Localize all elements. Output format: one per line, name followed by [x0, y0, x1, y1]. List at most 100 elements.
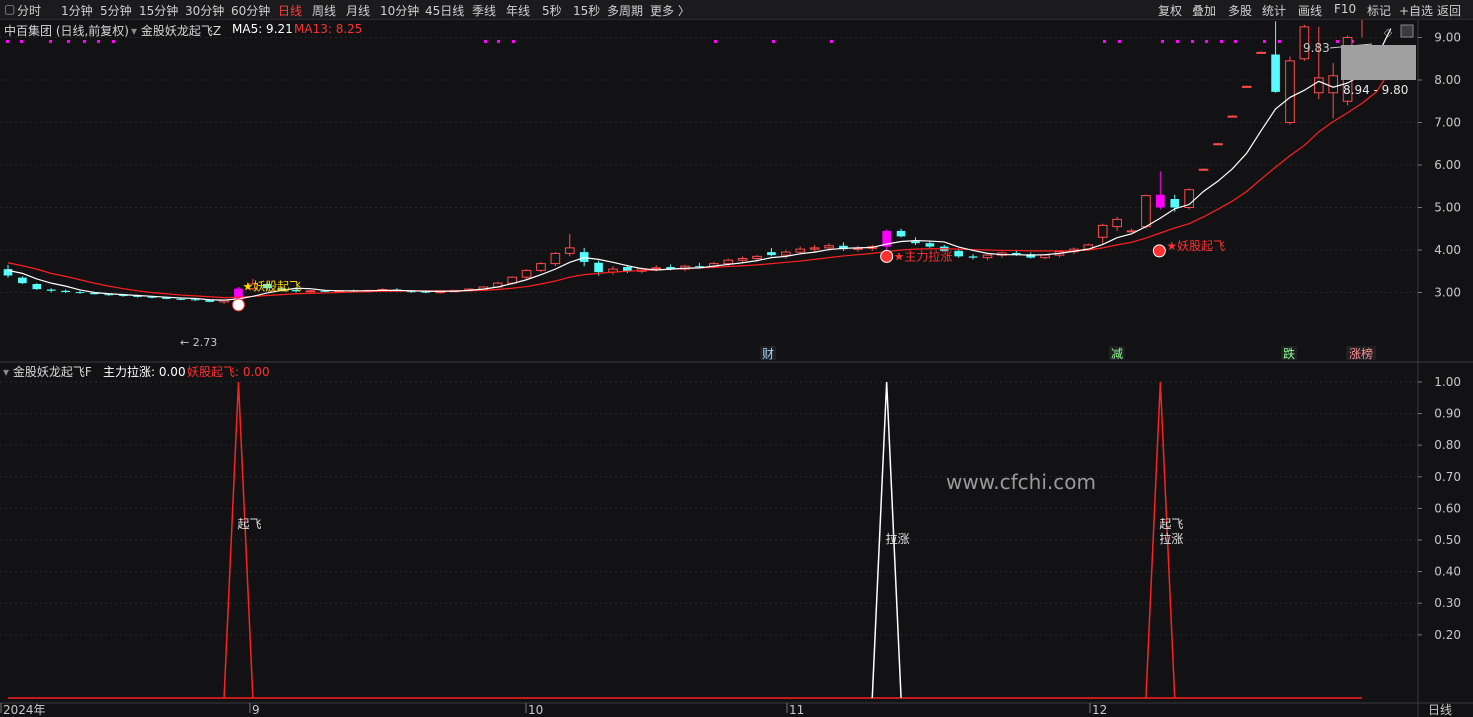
sub-indicator-legend[interactable]: ▾ 金股妖龙起飞F: [3, 363, 92, 380]
period-toolbar: ▢ 分时 1分钟 5分钟 15分钟 30分钟 60分钟 日线 周线 月线 10分钟 45日线 季线 年线…: [0, 0, 1473, 20]
price-tick-label: 8.00: [1434, 73, 1461, 87]
candle-body: [752, 255, 762, 259]
price-range-box: [1341, 45, 1416, 80]
takeoff-legend: 妖股起飞: 0.00: [187, 365, 270, 379]
candle-body: [1198, 168, 1209, 171]
candle-body: [564, 247, 575, 254]
toolbar-item[interactable]: 5秒: [542, 2, 562, 19]
sub-tick-label: 1.00: [1434, 375, 1461, 389]
signal-dot: [1176, 40, 1179, 43]
sub-pull-label: 拉涨: [886, 531, 910, 546]
sub-pull-label-2: 拉涨: [1159, 531, 1183, 546]
signal-dot: [772, 40, 775, 43]
sub-takeoff-label-2: 起飞: [1159, 517, 1183, 531]
toolbar-item[interactable]: F10: [1334, 2, 1356, 16]
signal-dot: [97, 40, 100, 43]
low-price-label: ← 2.73: [180, 336, 217, 349]
signal-dot: [49, 40, 52, 43]
toolbar-item[interactable]: 叠加: [1192, 2, 1216, 19]
event-tag: 财: [762, 347, 774, 361]
date-label: 11: [789, 703, 804, 717]
watermark: www.cfchi.com: [946, 470, 1096, 494]
toolbar-item[interactable]: 分时: [17, 2, 41, 19]
toolbar-item[interactable]: 15分钟: [139, 2, 178, 19]
candle-body: [1097, 224, 1108, 238]
toolbar-item[interactable]: 60分钟: [231, 2, 270, 19]
date-label: 9: [252, 703, 260, 717]
price-range-label: 8.94 - 9.80: [1343, 83, 1408, 97]
date-label: 10: [528, 703, 543, 717]
collapse-icon[interactable]: ▾: [3, 365, 13, 379]
price-tick-label: 5.00: [1434, 201, 1461, 215]
toolbar-item[interactable]: 统计: [1262, 2, 1286, 19]
toolbar-item[interactable]: 更多 〉: [650, 2, 690, 19]
signal-dot: [1103, 40, 1106, 43]
signal-dot: [83, 40, 86, 43]
candle-body: [3, 269, 13, 276]
sub-tick-label: 0.20: [1434, 628, 1461, 642]
candle-body: [809, 247, 820, 250]
collapse-icon[interactable]: ▾: [131, 24, 141, 38]
toolbar-item[interactable]: 45日线: [425, 2, 464, 19]
toolbar-item[interactable]: 周线: [312, 2, 336, 19]
candle-body: [723, 259, 734, 265]
toolbar-item[interactable]: 15秒: [573, 2, 600, 19]
event-tag: 跌: [1283, 346, 1295, 361]
candle-body: [521, 269, 532, 278]
signal-dot: [20, 40, 23, 43]
candle-body: [737, 258, 748, 261]
toolbar-item[interactable]: 日线: [278, 2, 302, 19]
toolbar-item[interactable]: 10分钟: [380, 2, 419, 19]
signal-dot: [1220, 40, 1223, 43]
signal-dot: [1234, 40, 1237, 43]
toolbar-item[interactable]: 1分钟: [61, 2, 93, 19]
toolbar-item[interactable]: 画线: [1298, 2, 1322, 19]
signal-dot: [1336, 40, 1339, 43]
toolbar-item[interactable]: 复权: [1158, 2, 1182, 19]
date-label: 12: [1092, 703, 1107, 717]
sub-indicator-name: 金股妖龙起飞F: [12, 365, 92, 379]
candle-body: [32, 284, 42, 290]
signal-dot: [1191, 40, 1194, 43]
sub-tick-label: 0.40: [1434, 565, 1461, 579]
price-tick-label: 4.00: [1434, 243, 1461, 257]
candle-body: [982, 254, 993, 259]
event-tag: 涨榜: [1349, 346, 1373, 361]
candle-body: [536, 263, 546, 271]
candle-body: [911, 241, 920, 244]
toolbar-item[interactable]: 年线: [506, 2, 530, 19]
main-indicator-legend[interactable]: ▾ 金股妖龙起飞Z: [131, 22, 221, 39]
price-tick-label: 9.00: [1434, 31, 1461, 45]
toolbar-item[interactable]: 5分钟: [100, 2, 132, 19]
candle-body: [46, 289, 56, 291]
signal-dot: [1161, 40, 1164, 43]
candle-body: [954, 250, 964, 257]
period-label: 日线: [1428, 703, 1452, 717]
candle-body: [190, 299, 200, 301]
candle-body: [550, 252, 561, 265]
candle-body: [18, 277, 27, 284]
toolbar-menu-icon[interactable]: ▢: [4, 2, 15, 16]
pull-legend: 主力拉涨: 0.00: [103, 365, 186, 379]
candle-body: [1156, 194, 1165, 208]
toolbar-item[interactable]: 多周期: [607, 2, 643, 19]
candle-body: [1227, 115, 1238, 118]
toolbar-item[interactable]: +自选: [1399, 2, 1433, 19]
event-tag: 减: [1111, 347, 1123, 361]
toolbar-item[interactable]: 标记: [1367, 2, 1391, 19]
price-tick-label: 7.00: [1434, 116, 1461, 130]
candle-body: [1328, 75, 1339, 94]
candle-body: [1141, 195, 1151, 228]
toolbar-item[interactable]: 返回: [1437, 2, 1461, 19]
toolbar-item[interactable]: 季线: [472, 2, 496, 19]
candle-body: [1313, 77, 1324, 94]
toolbar-item[interactable]: 多股: [1228, 2, 1252, 19]
price-tick-label: 6.00: [1434, 158, 1461, 172]
candle-body: [781, 251, 791, 256]
sub-tick-label: 0.50: [1434, 533, 1461, 547]
indicator-name: 金股妖龙起飞Z: [140, 24, 222, 38]
candle-body: [824, 245, 834, 249]
candle-body: [1112, 218, 1122, 228]
toolbar-item[interactable]: 30分钟: [185, 2, 224, 19]
toolbar-item[interactable]: 月线: [346, 2, 370, 19]
